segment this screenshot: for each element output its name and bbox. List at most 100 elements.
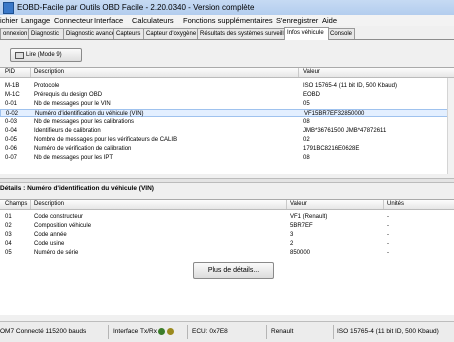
pid-cell: M-1C <box>5 92 20 98</box>
field-cell: 04 <box>5 241 12 247</box>
field-cell: 01 <box>5 214 12 220</box>
brand-status: Renault <box>271 328 294 335</box>
value-cell: JMB*36761500 JMB*47872611 <box>303 128 387 134</box>
field-cell: 02 <box>5 223 12 229</box>
tab-connexion[interactable]: onnexion <box>0 28 29 39</box>
description-cell: Nb de messages pour les IPT <box>34 155 114 161</box>
table-row[interactable]: 0-03 Nb de messages pour les calibration… <box>0 118 448 126</box>
list-item[interactable]: 05 Numéro de série 850000 - <box>0 249 448 257</box>
description-cell: Numéro de série <box>34 250 79 256</box>
units-cell: - <box>387 223 389 229</box>
pid-cell: 0-07 <box>5 155 18 161</box>
menu-bar: ichier Langage Connecteur Interface Calc… <box>0 15 454 26</box>
value-cell: 02 <box>303 137 310 143</box>
table-row[interactable]: M-1B Protocole ISO 15765-4 (11 bit ID, 5… <box>0 82 448 90</box>
pid-cell: M-1B <box>5 83 20 89</box>
tab-strip: onnexion Diagnostic Diagnostic avancé Ca… <box>0 27 454 40</box>
list-item[interactable]: 04 Code usine 2 - <box>0 240 448 248</box>
connection-status: OM7 Connecté 115200 bauds <box>0 328 87 335</box>
units-cell: - <box>387 232 389 238</box>
read-mode9-label: Lire (Mode 9) <box>26 52 62 58</box>
tab-capteurs[interactable]: Capteurs <box>113 28 145 39</box>
menu-enregistrer[interactable]: S'enregistrer <box>276 16 318 25</box>
value-cell: 850000 <box>290 250 311 256</box>
table-row[interactable]: 0-07 Nb de messages pour les IPT 08 <box>0 154 448 162</box>
list-item[interactable]: 03 Code année 3 - <box>0 231 448 239</box>
table-row[interactable]: 0-05 Nombre de messages pour les vérific… <box>0 136 448 144</box>
value-cell: 05 <box>303 101 310 107</box>
menu-connecteur[interactable]: Connecteur <box>54 16 93 25</box>
description-cell: Composition véhicule <box>34 223 92 229</box>
pid-cell: 0-05 <box>5 137 18 143</box>
col-pid-header[interactable]: PID <box>5 69 15 75</box>
read-mode9-button[interactable]: Lire (Mode 9) <box>10 48 82 62</box>
window-title: EOBD-Facile par Outils OBD Facile - 2.20… <box>17 3 255 12</box>
table-row-selected[interactable]: 0-02 Numéro d'identification du véhicule… <box>0 109 448 117</box>
pid-cell: 0-06 <box>5 146 18 152</box>
tab-infos-vehicule[interactable]: Infos véhicule <box>284 27 329 40</box>
value-cell: 08 <box>303 155 310 161</box>
description-cell: Code année <box>34 232 67 238</box>
pid-table-scrollbar[interactable] <box>447 78 454 174</box>
tab-diagnostic[interactable]: Diagnostic <box>28 28 64 39</box>
value-cell: VF1 (Renault) <box>290 214 328 220</box>
menu-fichier[interactable]: ichier <box>0 16 18 25</box>
value-cell: ISO 15765-4 (11 bit ID, 500 Kbaud) <box>303 83 397 89</box>
description-cell: Numéro d'identification du véhicule (VIN… <box>35 111 144 117</box>
menu-calculateurs[interactable]: Calculateurs <box>132 16 174 25</box>
status-bar: OM7 Connecté 115200 bauds Interface Tx/R… <box>0 321 454 342</box>
tab-diagnostic-avance[interactable]: Diagnostic avancé <box>63 28 115 39</box>
list-item[interactable]: 01 Code constructeur VF1 (Renault) - <box>0 213 448 221</box>
tab-capteur-oxygene[interactable]: Capteur d'oxygène <box>143 28 199 39</box>
more-details-button[interactable]: Plus de détails... <box>193 262 274 279</box>
units-cell: - <box>387 241 389 247</box>
menu-aide[interactable]: Aide <box>322 16 337 25</box>
col-units-header[interactable]: Unités <box>387 201 404 207</box>
details-title: Détails : Numéro d'identification du véh… <box>0 185 154 192</box>
pid-cell: 0-03 <box>5 119 18 125</box>
field-cell: 03 <box>5 232 12 238</box>
description-cell: Identifieurs de calibration <box>34 128 101 134</box>
col-description-header[interactable]: Description <box>34 69 64 75</box>
col-description-header[interactable]: Description <box>34 201 64 207</box>
table-row[interactable]: 0-04 Identifieurs de calibration JMB*367… <box>0 127 448 135</box>
table-row[interactable]: 0-01 Nb de messages pour le VIN 05 <box>0 100 448 108</box>
details-table: Champs Description Valeur Unités 01 Code… <box>0 199 454 315</box>
field-cell: 05 <box>5 250 12 256</box>
rx-led-icon <box>167 328 174 335</box>
ecu-status: ECU: 0x7E8 <box>192 328 228 335</box>
table-row[interactable]: M-1C Prérequis du design OBD EOBD <box>0 91 448 99</box>
description-cell: Code usine <box>34 241 65 247</box>
value-cell: 2 <box>290 241 294 247</box>
document-icon <box>15 52 24 59</box>
description-cell: Numéro de vérification de calibration <box>34 146 132 152</box>
value-cell: 1791BC8216E0628E <box>303 146 360 152</box>
value-cell: VF15BR7EF32850000 <box>304 111 365 117</box>
interface-status: Interface Tx/Rx <box>113 328 157 335</box>
title-bar: EOBD-Facile par Outils OBD Facile - 2.20… <box>0 0 454 16</box>
units-cell: - <box>387 250 389 256</box>
app-icon <box>3 2 14 14</box>
table-row[interactable]: 0-06 Numéro de vérification de calibrati… <box>0 145 448 153</box>
value-cell: 5BR7EF <box>290 223 313 229</box>
pid-table-header: PID Description Valeur <box>0 68 454 78</box>
tab-resultats-systemes[interactable]: Résultats des systèmes surveillés <box>197 28 287 39</box>
pid-cell: 0-02 <box>6 111 19 117</box>
description-cell: Code constructeur <box>34 214 84 220</box>
menu-fonctions-supplementaires[interactable]: Fonctions supplémentaires <box>183 16 273 25</box>
details-table-header: Champs Description Valeur Unités <box>0 200 454 210</box>
value-cell: 08 <box>303 119 310 125</box>
panel-splitter[interactable] <box>0 178 454 183</box>
menu-langage[interactable]: Langage <box>21 16 50 25</box>
menu-interface[interactable]: Interface <box>94 16 123 25</box>
description-cell: Nb de messages pour le VIN <box>34 101 111 107</box>
description-cell: Prérequis du design OBD <box>34 92 103 98</box>
description-cell: Protocole <box>34 83 60 89</box>
list-item[interactable]: 02 Composition véhicule 5BR7EF - <box>0 222 448 230</box>
col-value-header[interactable]: Valeur <box>290 201 307 207</box>
col-field-header[interactable]: Champs <box>5 201 27 207</box>
col-value-header[interactable]: Valeur <box>303 69 320 75</box>
value-cell: 3 <box>290 232 294 238</box>
tx-led-icon <box>158 328 165 335</box>
tab-console[interactable]: Console <box>327 28 355 39</box>
